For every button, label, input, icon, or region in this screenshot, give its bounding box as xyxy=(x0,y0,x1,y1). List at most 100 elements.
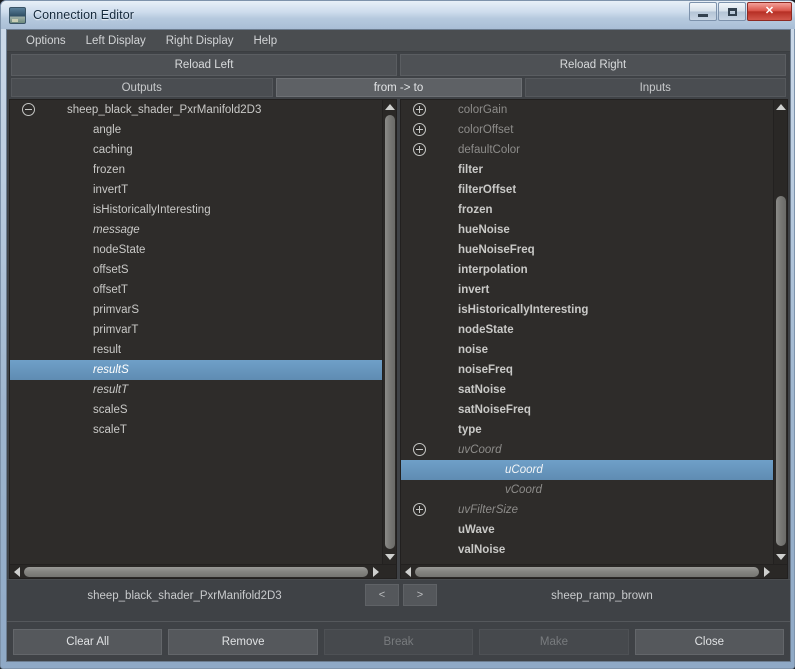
list-item[interactable]: uWave xyxy=(401,520,773,540)
tab-outputs[interactable]: Outputs xyxy=(11,78,273,97)
list-item-label: caching xyxy=(93,144,133,156)
expand-plus-icon[interactable] xyxy=(413,143,426,156)
expand-plus-icon[interactable] xyxy=(413,503,426,516)
list-item[interactable]: isHistoricallyInteresting xyxy=(401,300,773,320)
menu-item-options[interactable]: Options xyxy=(17,33,75,49)
list-item[interactable]: isHistoricallyInteresting xyxy=(10,200,382,220)
list-item-label: isHistoricallyInteresting xyxy=(93,204,211,216)
list-item[interactable]: scaleS xyxy=(10,400,382,420)
scroll-right-icon[interactable] xyxy=(760,565,773,578)
reload-left-button[interactable]: Reload Left xyxy=(11,54,397,76)
scroll-up-icon[interactable] xyxy=(775,101,787,113)
list-item[interactable]: offsetS xyxy=(10,260,382,280)
list-item[interactable]: noise xyxy=(401,340,773,360)
scroll-thumb[interactable] xyxy=(385,115,395,549)
list-item-label: primvarT xyxy=(93,324,139,336)
break-button: Break xyxy=(323,628,474,655)
menu-item-right-display[interactable]: Right Display xyxy=(157,33,243,49)
list-item[interactable]: scaleT xyxy=(10,420,382,440)
list-item[interactable]: nodeState xyxy=(10,240,382,260)
list-item-selected[interactable]: uCoord xyxy=(401,460,773,480)
right-attribute-list[interactable]: colorGain colorOffset defaultColor filter fi… xyxy=(401,100,773,564)
list-item[interactable]: colorGain xyxy=(401,100,773,120)
maya-app-icon xyxy=(9,6,26,24)
scroll-down-icon[interactable] xyxy=(384,551,396,563)
list-item[interactable]: frozen xyxy=(401,200,773,220)
tab-from-to[interactable]: from -> to xyxy=(275,78,522,97)
reload-right-button[interactable]: Reload Right xyxy=(400,54,786,76)
list-item[interactable]: hueNoise xyxy=(401,220,773,240)
list-item[interactable]: offsetT xyxy=(10,280,382,300)
close-icon[interactable]: ✕ xyxy=(747,2,792,21)
list-item[interactable]: nodeState xyxy=(401,320,773,340)
collapse-minus-icon[interactable] xyxy=(413,443,426,456)
scroll-up-icon[interactable] xyxy=(384,101,396,113)
list-item-label: uWave xyxy=(458,524,495,536)
list-item[interactable]: angle xyxy=(10,120,382,140)
list-item[interactable]: defaultColor xyxy=(401,140,773,160)
client-area: Options Left Display Right Display Help Rel… xyxy=(6,29,791,662)
list-item[interactable]: primvarT xyxy=(10,320,382,340)
list-item-label: filter xyxy=(458,164,483,176)
left-horizontal-scrollbar[interactable] xyxy=(10,564,396,578)
list-item[interactable]: type xyxy=(401,420,773,440)
scroll-left-icon[interactable] xyxy=(401,565,414,578)
list-item-label: nodeState xyxy=(93,244,146,256)
list-item[interactable]: satNoiseFreq xyxy=(401,400,773,420)
window-controls: ✕ xyxy=(689,2,792,21)
scroll-down-icon[interactable] xyxy=(775,551,787,563)
list-item-label: satNoiseFreq xyxy=(458,404,531,416)
list-item-label: scaleT xyxy=(93,424,127,436)
nav-prev-button[interactable]: < xyxy=(365,584,399,606)
right-pane: colorGain colorOffset defaultColor filter fi… xyxy=(400,99,788,579)
list-item[interactable]: sheep_black_shader_PxrManifold2D3 xyxy=(10,100,382,120)
list-item[interactable]: uvCoord xyxy=(401,440,773,460)
menu-item-left-display[interactable]: Left Display xyxy=(77,33,155,49)
remove-button[interactable]: Remove xyxy=(168,628,318,655)
maximize-icon[interactable] xyxy=(718,2,746,21)
scroll-left-icon[interactable] xyxy=(10,565,23,578)
scroll-right-icon[interactable] xyxy=(369,565,382,578)
node-name-bar: sheep_black_shader_PxrManifold2D3 < > sh… xyxy=(7,579,790,621)
menu-item-help[interactable]: Help xyxy=(244,33,286,49)
left-node-name: sheep_black_shader_PxrManifold2D3 xyxy=(87,590,282,602)
list-item[interactable]: filterOffset xyxy=(401,180,773,200)
list-item-label: nodeState xyxy=(458,324,514,336)
list-item[interactable]: noiseFreq xyxy=(401,360,773,380)
right-horizontal-scrollbar[interactable] xyxy=(401,564,787,578)
list-item-label: frozen xyxy=(93,164,125,176)
list-item[interactable]: caching xyxy=(10,140,382,160)
list-item-label: valNoise xyxy=(458,544,506,556)
list-item-label: isHistoricallyInteresting xyxy=(458,304,589,316)
tab-inputs[interactable]: Inputs xyxy=(524,78,786,97)
expand-plus-icon[interactable] xyxy=(413,103,426,116)
list-item[interactable]: message xyxy=(10,220,382,240)
list-item[interactable]: resultT xyxy=(10,380,382,400)
list-item[interactable]: invert xyxy=(401,280,773,300)
list-item[interactable]: vCoord xyxy=(401,480,773,500)
reload-row: Reload Left Reload Right xyxy=(7,52,790,76)
list-item[interactable]: result xyxy=(10,340,382,360)
right-vertical-scrollbar[interactable] xyxy=(773,100,787,564)
list-item[interactable]: colorOffset xyxy=(401,120,773,140)
list-item[interactable]: hueNoiseFreq xyxy=(401,240,773,260)
list-item[interactable]: satNoise xyxy=(401,380,773,400)
left-vertical-scrollbar[interactable] xyxy=(382,100,396,564)
list-item[interactable]: frozen xyxy=(10,160,382,180)
clear-all-button[interactable]: Clear All xyxy=(13,628,163,655)
scroll-thumb[interactable] xyxy=(415,566,759,577)
left-attribute-list[interactable]: sheep_black_shader_PxrManifold2D3 angle ca… xyxy=(10,100,382,564)
collapse-minus-icon[interactable] xyxy=(22,103,35,116)
scroll-thumb[interactable] xyxy=(776,196,786,546)
list-item[interactable]: invertT xyxy=(10,180,382,200)
list-item[interactable]: uvFilterSize xyxy=(401,500,773,520)
close-button[interactable]: Close xyxy=(634,628,785,655)
list-item[interactable]: interpolation xyxy=(401,260,773,280)
list-item[interactable]: valNoise xyxy=(401,540,773,560)
list-item[interactable]: primvarS xyxy=(10,300,382,320)
list-item-selected[interactable]: resultS xyxy=(10,360,382,380)
minimize-icon[interactable] xyxy=(689,2,717,21)
expand-plus-icon[interactable] xyxy=(413,123,426,136)
list-item[interactable]: filter xyxy=(401,160,773,180)
scroll-thumb[interactable] xyxy=(24,566,368,577)
